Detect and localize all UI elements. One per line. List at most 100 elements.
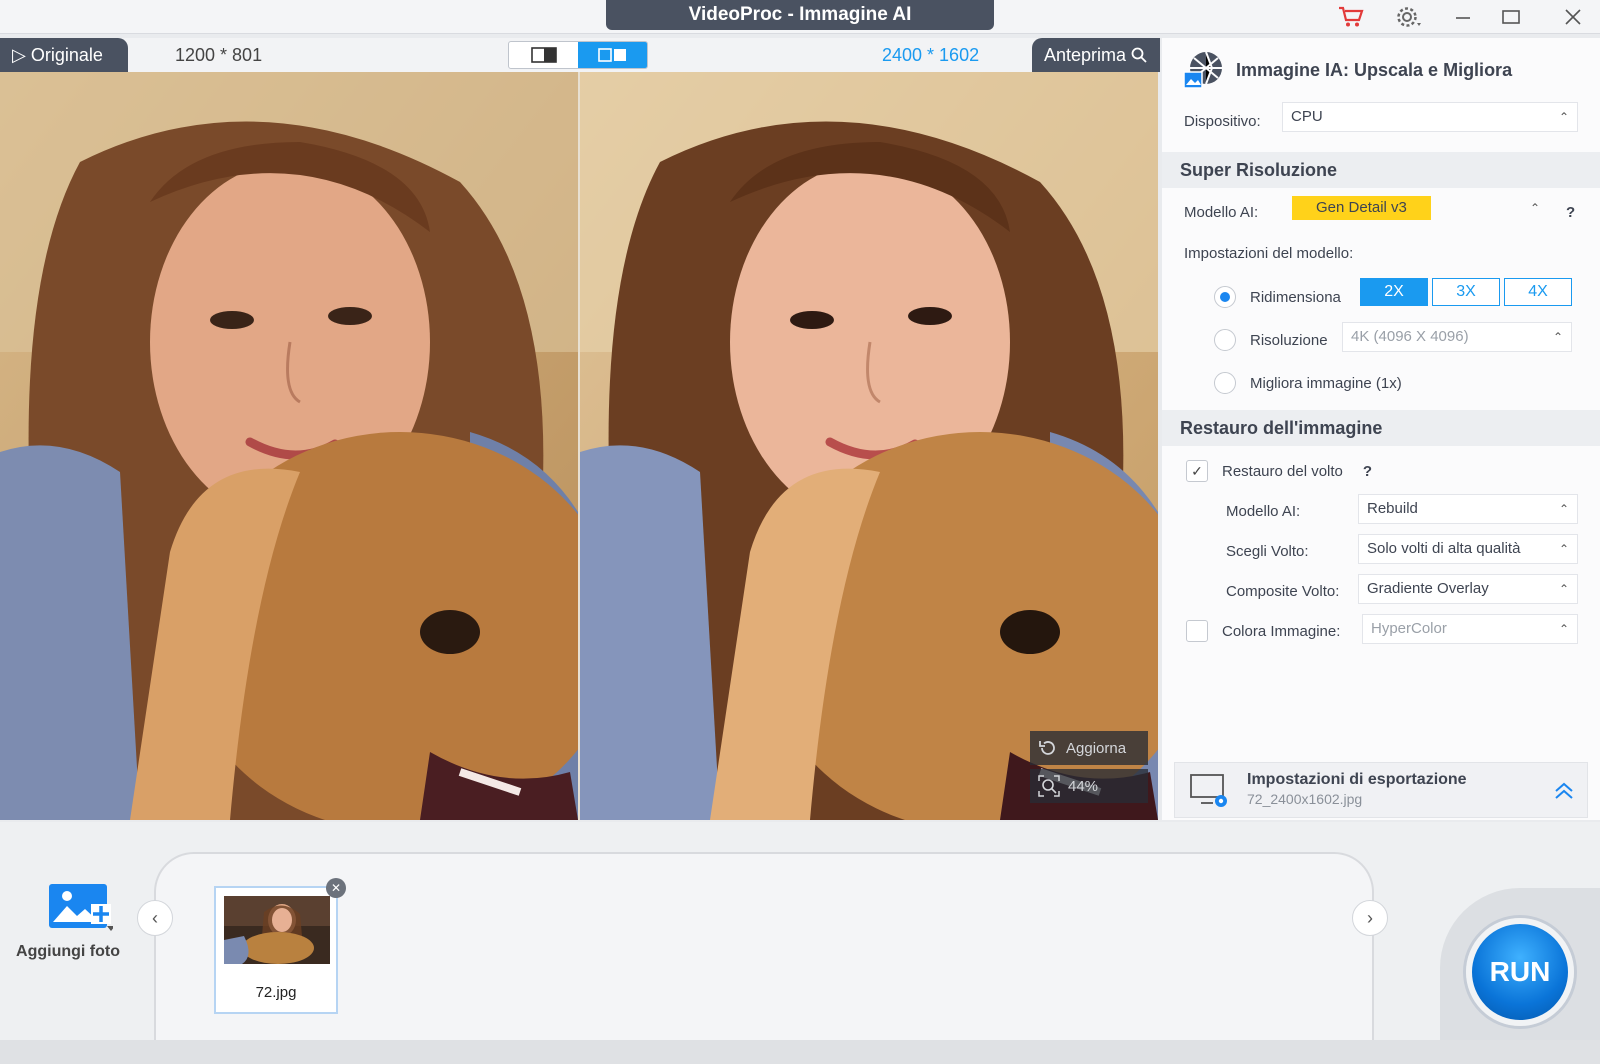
restore-model-value: Rebuild [1367, 500, 1418, 517]
resize-radio[interactable] [1214, 286, 1236, 308]
colorize-select[interactable]: HyperColor ⌃ [1362, 614, 1578, 644]
updown-arrow-icon: ⌃ [1529, 201, 1540, 215]
window-title: VideoProc - Immagine AI [606, 0, 994, 30]
sr-help-button[interactable]: ? [1566, 197, 1575, 227]
ai-image-icon [1183, 51, 1222, 89]
export-title: Impostazioni di esportazione [1247, 771, 1467, 788]
thumbnail-item[interactable]: 72.jpg ✕ [214, 878, 346, 1014]
expand-up-icon[interactable] [1553, 779, 1575, 801]
face-restore-label: Restauro del volto [1222, 462, 1343, 480]
resolution-value: 4K (4096 X 4096) [1351, 328, 1469, 345]
chevron-left-icon: ‹ [152, 907, 158, 928]
model-settings-label: Impostazioni del modello: [1184, 244, 1354, 262]
split-view-button[interactable] [578, 42, 647, 68]
sr-model-value: Gen Detail v3 [1292, 196, 1431, 220]
original-tab[interactable]: ▷ Originale [0, 38, 128, 72]
scale-4x-button[interactable]: 4X [1504, 278, 1572, 306]
close-icon[interactable] [1558, 4, 1588, 30]
resolution-label: Risoluzione [1250, 331, 1328, 349]
panel-title: Immagine IA: Upscala e Migliora [1236, 59, 1513, 80]
output-size: 2400 * 1602 [882, 45, 980, 65]
zoom-button[interactable]: 44% [1030, 769, 1148, 803]
restore-model-select[interactable]: Rebuild ⌃ [1358, 494, 1578, 524]
close-icon: ✕ [330, 881, 342, 895]
sr-model-select[interactable]: Gen Detail v3 ⌃ [1290, 194, 1548, 224]
colorize-value: HyperColor [1371, 620, 1447, 637]
scroll-right-button[interactable]: › [1352, 900, 1388, 936]
resolution-select[interactable]: 4K (4096 X 4096) ⌃ [1342, 322, 1572, 352]
add-photo-label: Aggiungi foto [16, 943, 120, 960]
export-settings-icon [1190, 774, 1227, 807]
thumbnail-image [224, 896, 330, 964]
chevron-right-icon: › [1367, 907, 1373, 928]
gear-icon[interactable] [1394, 4, 1424, 30]
image-compare-area[interactable]: Aggiorna 44% [0, 72, 1158, 820]
preview-tab-label: Anteprima [1044, 45, 1127, 65]
updown-arrow-icon: ⌃ [1558, 622, 1569, 636]
image-restore-header: Restauro dell'immagine [1162, 410, 1600, 446]
face-restore-help-button[interactable]: ? [1363, 463, 1372, 480]
composite-face-select[interactable]: Gradiente Overlay ⌃ [1358, 574, 1578, 604]
preview-overlay-controls: Aggiorna 44% [1030, 731, 1148, 807]
refresh-label: Aggiorna [1066, 739, 1127, 757]
split-view-icon [597, 48, 626, 62]
composite-face-label: Composite Volto: [1226, 582, 1340, 600]
zoom-icon [1038, 775, 1060, 797]
device-select[interactable]: CPU ⌃ [1282, 102, 1578, 132]
choose-face-label: Scegli Volto: [1226, 542, 1309, 560]
run-button[interactable]: RUN [1466, 918, 1574, 1026]
device-label: Dispositivo: [1184, 112, 1261, 130]
restore-model-label: Modello AI: [1226, 502, 1301, 520]
choose-face-value: Solo volti di alta qualità [1367, 540, 1521, 557]
zoom-level: 44% [1068, 777, 1099, 795]
remove-thumbnail-button[interactable]: ✕ [326, 878, 346, 898]
export-settings-bar[interactable]: Impostazioni di esportazione 72_2400x160… [1174, 762, 1588, 818]
face-restore-option[interactable]: ✓ Restauro del volto ? [1186, 456, 1372, 486]
play-icon: ▷ [12, 45, 26, 65]
original-image [0, 72, 578, 820]
refresh-icon [1039, 741, 1055, 755]
enhance-radio[interactable] [1214, 372, 1236, 394]
updown-arrow-icon: ⌃ [1552, 330, 1563, 344]
updown-arrow-icon: ⌃ [1558, 542, 1569, 556]
original-size: 1200 * 801 [175, 45, 263, 65]
composite-face-value: Gradiente Overlay [1367, 580, 1489, 597]
view-mode-toggle [508, 41, 648, 69]
settings-panel: Immagine IA: Upscala e Migliora Disposit… [1162, 38, 1600, 820]
resize-label: Ridimensiona [1250, 288, 1341, 306]
colorize-option[interactable]: Colora Immagine: [1186, 616, 1340, 646]
enhance-label: Migliora immagine (1x) [1250, 374, 1402, 392]
thumbnail-name: 72.jpg [255, 984, 297, 1001]
refresh-button[interactable]: Aggiorna [1030, 731, 1148, 765]
title-bar: VideoProc - Immagine AI [0, 0, 1600, 34]
colorize-checkbox[interactable] [1186, 620, 1208, 642]
add-photo-button[interactable]: Aggiungi foto [10, 880, 126, 961]
panel-header: Immagine IA: Upscala e Migliora [1182, 48, 1512, 92]
single-view-icon [530, 47, 557, 63]
resolution-option[interactable]: Risoluzione [1214, 325, 1328, 355]
maximize-icon[interactable] [1496, 4, 1526, 30]
minimize-icon[interactable] [1448, 4, 1478, 30]
single-view-button[interactable] [509, 42, 578, 68]
search-icon [1131, 45, 1147, 65]
sr-model-label: Modello AI: [1184, 203, 1259, 221]
preview-tab[interactable]: Anteprima [1032, 38, 1160, 72]
status-bar [0, 1040, 1600, 1064]
export-filename: 72_2400x1602.jpg [1247, 791, 1363, 807]
enhance-option[interactable]: Migliora immagine (1x) [1214, 368, 1402, 398]
resize-option[interactable]: Ridimensiona [1214, 282, 1341, 312]
updown-arrow-icon: ⌃ [1558, 582, 1569, 596]
face-restore-checkbox[interactable]: ✓ [1186, 460, 1208, 482]
resolution-radio[interactable] [1214, 329, 1236, 351]
updown-arrow-icon: ⌃ [1558, 110, 1569, 124]
scale-3x-button[interactable]: 3X [1432, 278, 1500, 306]
cart-icon[interactable] [1336, 4, 1366, 30]
scale-2x-button[interactable]: 2X [1360, 278, 1428, 306]
original-tab-label: Originale [30, 45, 103, 65]
device-value: CPU [1291, 108, 1323, 125]
enhanced-image [580, 72, 1158, 820]
super-resolution-header: Super Risoluzione [1162, 152, 1600, 188]
scroll-left-button[interactable]: ‹ [137, 900, 173, 936]
choose-face-select[interactable]: Solo volti di alta qualità ⌃ [1358, 534, 1578, 564]
add-photo-icon [49, 884, 115, 931]
